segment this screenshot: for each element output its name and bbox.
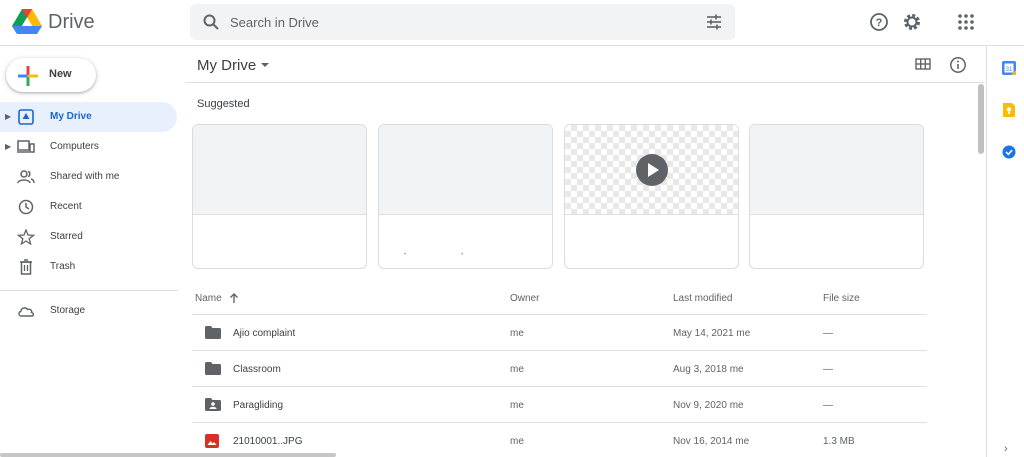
column-header-last-modified[interactable]: Last modified [673, 293, 732, 304]
suggested-card[interactable]: • • [378, 124, 553, 269]
expand-panel-chevron-icon[interactable]: › [1004, 443, 1008, 455]
shared-folder-icon [205, 398, 221, 411]
column-header-file-size[interactable]: File size [823, 293, 860, 304]
file-modified: Aug 3, 2018 me [673, 364, 744, 375]
calendar-icon[interactable]: 31 [1001, 60, 1017, 76]
trash-icon [20, 259, 32, 275]
sidebar-item-label: Storage [50, 305, 86, 316]
sort-arrow-up-icon[interactable] [229, 292, 239, 304]
sidebar-item-label: Starred [50, 231, 83, 242]
search-options-icon[interactable] [705, 13, 723, 31]
drive-logo-icon[interactable] [12, 8, 42, 34]
search-input[interactable] [230, 10, 670, 34]
sidebar: New ▶ My Drive ▶ Computers Shared with m… [0, 46, 185, 457]
my-drive-icon [18, 109, 34, 125]
tasks-icon[interactable] [1001, 144, 1017, 160]
column-header-owner[interactable]: Owner [510, 293, 539, 304]
card-thumbnail [379, 125, 552, 215]
sidebar-item-label: My Drive [50, 111, 92, 122]
page-title[interactable]: My Drive [197, 57, 256, 74]
file-modified: Nov 9, 2020 me [673, 400, 744, 411]
table-row[interactable]: Classroom me Aug 3, 2018 me — [192, 350, 927, 386]
file-size: 1.3 MB [823, 436, 855, 447]
file-owner: me [510, 364, 524, 375]
horizontal-scrollbar[interactable] [0, 453, 336, 457]
settings-icon[interactable] [901, 11, 923, 33]
svg-text:?: ? [876, 17, 883, 29]
main-content: My Drive Suggested • • Name Owner Last m… [185, 46, 985, 457]
table-row[interactable]: Paragliding me Nov 9, 2020 me — [192, 386, 927, 422]
card-placeholder-dots: • • [404, 252, 464, 258]
recent-icon [18, 199, 34, 215]
expand-caret-icon[interactable]: ▶ [5, 112, 11, 121]
help-icon[interactable]: ? [868, 11, 890, 33]
suggested-card[interactable] [192, 124, 367, 269]
grid-view-icon[interactable] [914, 56, 932, 72]
file-owner: me [510, 400, 524, 411]
sidebar-item-label: Computers [50, 141, 99, 152]
card-thumbnail [565, 125, 738, 215]
suggested-card[interactable] [564, 124, 739, 269]
play-icon[interactable] [636, 154, 668, 186]
sidebar-item-recent[interactable]: Recent [0, 192, 177, 222]
table-row[interactable]: Ajio complaint me May 14, 2021 me — [192, 314, 927, 350]
new-button[interactable]: New [6, 58, 96, 92]
image-file-icon [205, 434, 219, 448]
sidebar-item-shared-with-me[interactable]: Shared with me [0, 162, 177, 192]
card-thumbnail [750, 125, 923, 215]
computers-icon [17, 140, 35, 153]
file-owner: me [510, 436, 524, 447]
folder-icon [205, 326, 221, 339]
svg-text:31: 31 [1006, 67, 1013, 73]
info-icon[interactable] [949, 56, 967, 74]
card-thumbnail [193, 125, 366, 215]
file-size: — [823, 364, 833, 375]
sidebar-item-storage[interactable]: Storage [0, 296, 177, 326]
shared-icon [17, 170, 35, 184]
file-modified: May 14, 2021 me [673, 328, 751, 339]
column-header-name[interactable]: Name [195, 293, 222, 304]
file-owner: me [510, 328, 524, 339]
sidebar-item-label: Trash [50, 261, 76, 272]
sidebar-item-my-drive[interactable]: ▶ My Drive [0, 102, 177, 132]
scrollbar-thumb[interactable] [978, 84, 984, 154]
file-size: — [823, 400, 833, 411]
suggested-heading: Suggested [197, 98, 250, 110]
app-title[interactable]: Drive [48, 11, 95, 34]
keep-icon[interactable] [1001, 102, 1017, 118]
title-divider [185, 82, 985, 83]
new-button-label: New [49, 68, 72, 80]
chevron-down-icon[interactable] [260, 61, 270, 69]
search-bar[interactable] [190, 4, 735, 40]
suggested-card[interactable] [749, 124, 924, 269]
sidebar-item-computers[interactable]: ▶ Computers [0, 132, 177, 162]
file-name: Classroom [233, 364, 281, 375]
plus-icon [18, 66, 38, 86]
top-bar: Drive ? [0, 0, 1024, 46]
sidebar-item-label: Shared with me [50, 171, 120, 182]
sidebar-item-trash[interactable]: Trash [0, 252, 177, 282]
file-name: 21010001..JPG [233, 436, 303, 447]
sidebar-item-label: Recent [50, 201, 82, 212]
table-row[interactable]: 21010001..JPG me Nov 16, 2014 me 1.3 MB [192, 422, 927, 457]
search-icon[interactable] [202, 13, 220, 31]
cloud-icon [18, 307, 35, 317]
file-size: — [823, 328, 833, 339]
sidebar-item-starred[interactable]: Starred [0, 222, 177, 252]
star-icon [17, 229, 35, 245]
file-name: Paragliding [233, 400, 284, 411]
folder-icon [205, 362, 221, 375]
apps-icon[interactable] [955, 11, 977, 33]
expand-caret-icon[interactable]: ▶ [5, 142, 11, 151]
file-modified: Nov 16, 2014 me [673, 436, 750, 447]
sidebar-divider [0, 290, 178, 291]
side-panel: 31 › [986, 46, 1024, 457]
file-name: Ajio complaint [233, 328, 296, 339]
